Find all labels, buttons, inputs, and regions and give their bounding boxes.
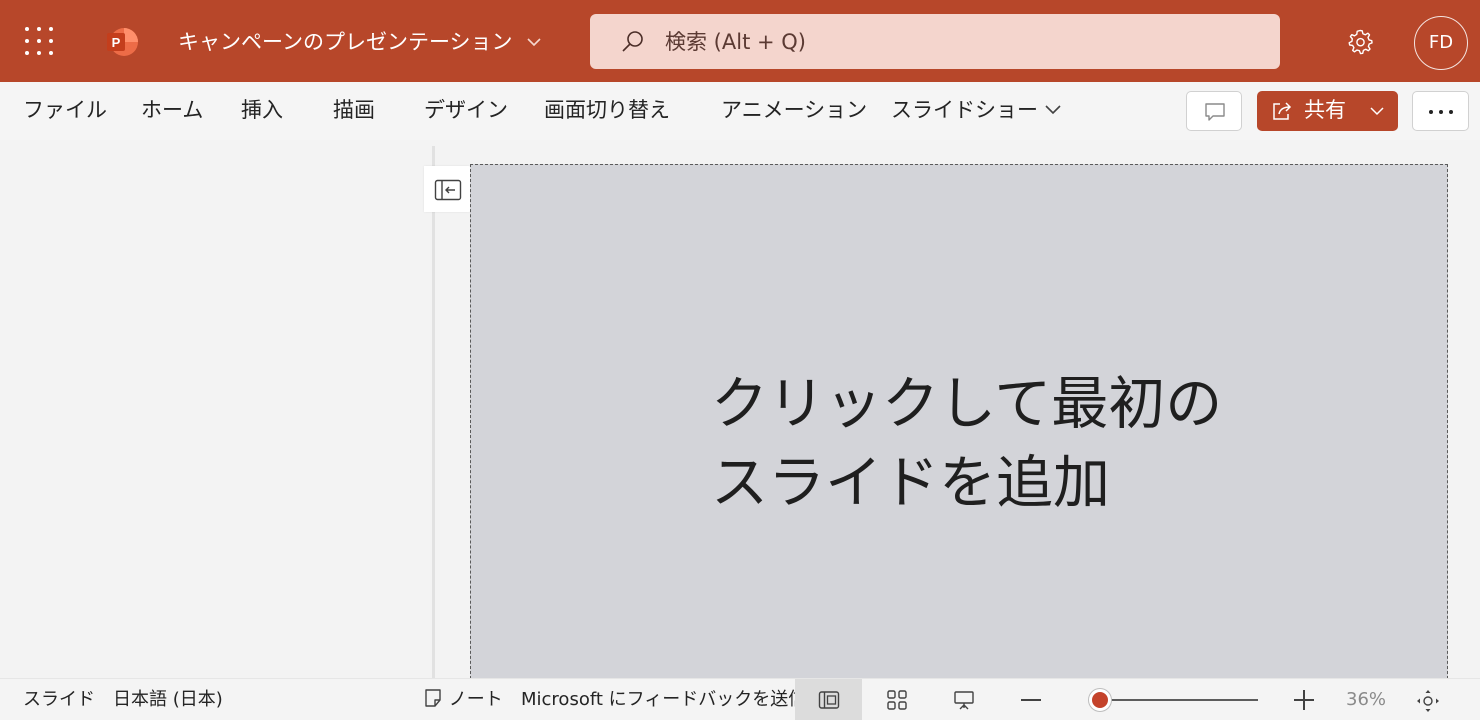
notes-icon — [425, 689, 441, 707]
document-title[interactable]: キャンペーンのプレゼンテーション — [178, 26, 513, 58]
zoom-slider[interactable] — [1092, 699, 1258, 701]
title-bar: P キャンペーンのプレゼンテーション 検索 (Alt + Q) FD — [0, 0, 1480, 82]
ribbon: ファイル ホーム 挿入 描画 デザイン 画面切り替え アニメーション スライドシ… — [0, 82, 1480, 140]
zoom-in-button[interactable] — [1294, 690, 1314, 710]
share-button[interactable]: 共有 — [1257, 91, 1398, 131]
powerpoint-logo-letter: P — [112, 35, 121, 50]
search-placeholder: 検索 (Alt + Q) — [665, 30, 806, 54]
search-icon — [622, 31, 643, 52]
normal-view-button[interactable] — [795, 679, 862, 720]
zoom-out-button[interactable] — [1021, 699, 1041, 701]
avatar[interactable]: FD — [1414, 16, 1468, 70]
feedback-link[interactable]: Microsoft にフィードバックを送信 — [521, 688, 806, 712]
comment-button[interactable] — [1186, 91, 1242, 131]
more-icon — [1439, 110, 1443, 114]
reading-view-icon[interactable] — [953, 689, 975, 711]
chevron-down-icon[interactable] — [524, 32, 544, 52]
slide-thumbnail-pane[interactable] — [0, 140, 432, 678]
tab-file[interactable]: ファイル — [23, 96, 107, 124]
zoom-level[interactable]: 36% — [1346, 688, 1386, 712]
chevron-down-icon[interactable] — [1043, 99, 1063, 119]
slide-placeholder-text: クリックして最初のスライドを追加 — [711, 371, 1223, 516]
tab-slideshow[interactable]: スライドショー — [891, 96, 1038, 124]
share-label: 共有 — [1304, 98, 1346, 122]
tab-draw[interactable]: 描画 — [333, 96, 375, 124]
notes-label: ノート — [448, 689, 503, 710]
slide-sorter-icon[interactable] — [886, 689, 908, 711]
tab-insert[interactable]: 挿入 — [241, 96, 283, 124]
collapse-pane-button[interactable] — [424, 166, 474, 212]
notes-button[interactable]: ノート — [423, 688, 503, 712]
language-indicator[interactable]: 日本語 (日本) — [113, 688, 223, 712]
collapse-pane-icon — [434, 179, 462, 201]
comment-icon — [1205, 103, 1225, 121]
more-icon — [1449, 110, 1453, 114]
powerpoint-logo-icon: P — [107, 28, 138, 56]
tab-transitions[interactable]: 画面切り替え — [544, 96, 670, 124]
more-options-button[interactable] — [1412, 91, 1469, 131]
status-bar: スライド 日本語 (日本) ノート Microsoft にフィードバックを送信 … — [0, 678, 1480, 720]
tab-home[interactable]: ホーム — [141, 96, 203, 124]
search-input[interactable]: 検索 (Alt + Q) — [590, 14, 1280, 69]
tab-animations[interactable]: アニメーション — [721, 96, 867, 124]
share-icon — [1273, 102, 1292, 120]
tab-design[interactable]: デザイン — [424, 96, 508, 124]
fit-slide-icon[interactable] — [1416, 689, 1440, 713]
gear-icon[interactable] — [1345, 27, 1375, 57]
slide-indicator: スライド — [23, 689, 95, 710]
app-launcher-icon[interactable] — [24, 26, 54, 56]
normal-view-icon — [818, 691, 840, 709]
more-icon — [1429, 110, 1433, 114]
add-first-slide-placeholder[interactable]: クリックして最初のスライドを追加 — [470, 164, 1448, 684]
chevron-down-icon — [1370, 107, 1384, 116]
zoom-slider-thumb[interactable] — [1089, 689, 1112, 711]
